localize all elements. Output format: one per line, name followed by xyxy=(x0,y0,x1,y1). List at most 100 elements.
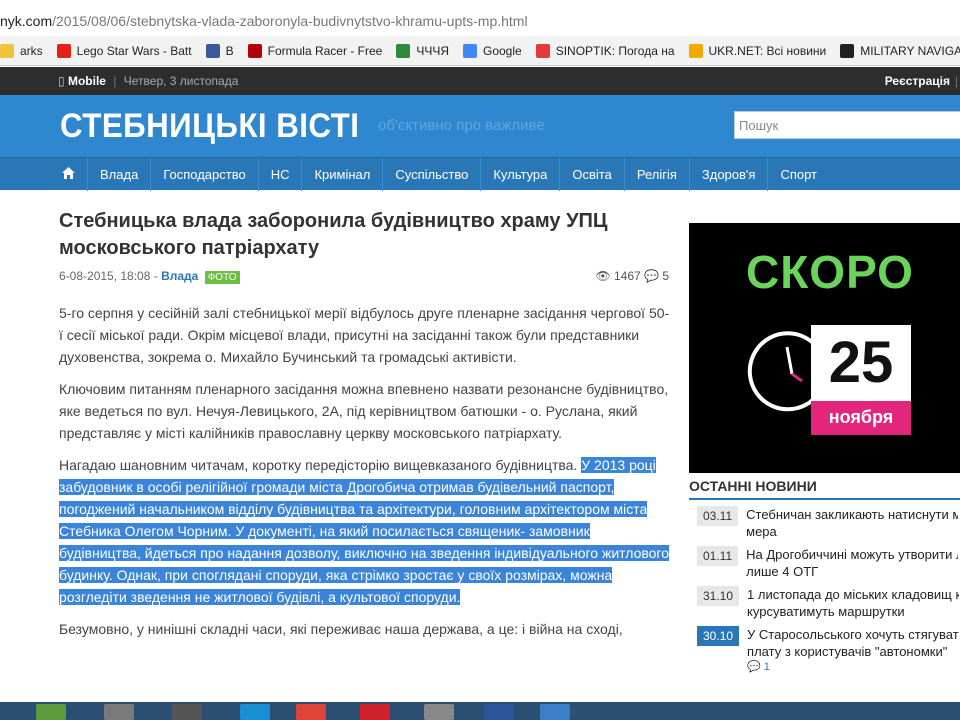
military-icon xyxy=(840,43,855,58)
nav-item[interactable]: Влада xyxy=(88,158,152,191)
article-body: 5-го серпня у сесійній залі стебницької … xyxy=(59,302,671,650)
news-date: 03.11 xyxy=(697,506,739,526)
article-title: Стебницька влада заборонила будівництво … xyxy=(59,210,608,259)
app-task-icon[interactable] xyxy=(424,704,454,720)
home-icon[interactable] xyxy=(50,158,88,191)
selected-text: У 2013 році забудовник в особі релігійно… xyxy=(59,457,670,605)
bookmarks-bar: arks Lego Star Wars - Batt В Formula Racer … xyxy=(0,36,960,66)
news-item[interactable]: 01.11 На Дрогобиччині можуть утворити лиш… xyxy=(697,546,960,580)
view-count: 1467 xyxy=(613,269,641,283)
article-date: 6-08-2015, 18:08 xyxy=(59,269,151,283)
nav-item[interactable]: Спорт xyxy=(768,158,829,191)
ukrnet-icon xyxy=(688,43,703,58)
news-date: 30.10 xyxy=(697,626,740,646)
racer-icon xyxy=(247,43,262,58)
news-item[interactable]: 30.10 У Старосольського хочуть стягувати … xyxy=(697,626,960,673)
excel-task-icon[interactable] xyxy=(36,704,66,720)
news-date: 31.10 xyxy=(697,586,740,606)
nav-item[interactable]: Кримінал xyxy=(302,158,384,191)
latest-news-heading: ОСТАННІ НОВИНИ xyxy=(689,478,960,500)
current-date: Четвер, 3 листопада xyxy=(123,74,239,88)
news-text: 1 листопада до міських кладовищ курсуват… xyxy=(747,586,959,620)
nav-item[interactable]: Суспільство xyxy=(383,158,482,191)
site-header: СТЕБНИЦЬКІ ВІСТІ об'єктивно про важливе … xyxy=(0,95,960,157)
article-category[interactable]: Влада xyxy=(161,269,198,283)
app-task-icon[interactable] xyxy=(540,704,570,720)
bookmark-item[interactable]: Lego Star Wars - Batt xyxy=(56,43,192,58)
bookmark-label: SINOPTIK: Погода на xyxy=(555,43,675,58)
url-path: /2015/08/06/stebnytska-vlada-zaboronyla-… xyxy=(52,13,528,29)
news-title[interactable]: На Дрогобиччині можуть утворити лише 4 О… xyxy=(746,546,958,563)
opera-task-icon[interactable] xyxy=(360,704,390,720)
nav-item[interactable]: НС xyxy=(259,158,303,191)
comment-icon: 💬 xyxy=(644,269,659,283)
word-task-icon[interactable] xyxy=(484,704,514,720)
divider: | xyxy=(954,74,958,88)
news-title-line2: мера xyxy=(746,524,777,539)
site-top-strip: ▯ Mobile | Четвер, 3 листопада Реєстраці… xyxy=(0,67,960,95)
nav-item[interactable]: Господарство xyxy=(151,158,259,191)
news-title[interactable]: У Старосольського хочуть стягувати плату… xyxy=(747,626,959,643)
news-text: На Дрогобиччині можуть утворити лише 4 О… xyxy=(746,546,958,580)
photo-badge: ФОТО xyxy=(204,271,240,284)
ad-banner[interactable]: СКОРО 25 ноября xyxy=(689,223,960,473)
bookmark-label: MILITARY NAVIGATOI xyxy=(860,43,960,58)
ad-headline: СКОРО xyxy=(746,246,914,298)
news-title[interactable]: Стебничан закликають натиснути мера xyxy=(746,506,958,523)
nav-item[interactable]: Освіта xyxy=(560,158,625,191)
bookmark-item[interactable]: UKR.NET: Всі новини xyxy=(688,43,827,58)
main-nav: Влада Господарство НС Кримінал Суспільство Ку… xyxy=(0,157,960,191)
mobile-link[interactable]: Mobile xyxy=(68,74,106,88)
eye-icon: 👁 xyxy=(595,269,611,283)
bookmark-label: В xyxy=(225,43,234,58)
app-task-icon[interactable] xyxy=(172,704,202,720)
bookmark-label: Lego Star Wars - Batt xyxy=(76,43,192,58)
address-field[interactable]: nyk.com/2015/08/06/stebnytska-vlada-zabo… xyxy=(0,13,528,29)
news-item[interactable]: 03.11 Стебничан закликають натиснути мера… xyxy=(697,506,960,540)
article-paragraph: Ключовим питанням пленарного засідання м… xyxy=(59,381,669,441)
bookmark-item[interactable]: ЧЧЧЯ xyxy=(396,43,449,58)
article-paragraph: 5-го серпня у сесійній залі стебницької … xyxy=(59,305,670,365)
bookmark-item[interactable]: SINOPTIK: Погода на xyxy=(535,43,675,58)
youtube-icon xyxy=(56,43,71,58)
sinoptik-icon xyxy=(535,43,550,58)
ad-day: 25 xyxy=(828,330,894,395)
url-domain: nyk.com xyxy=(0,13,53,29)
news-title-line2: курсуватимуть маршрутки xyxy=(747,604,905,619)
os-taskbar xyxy=(0,702,960,720)
search-input[interactable]: Пошук xyxy=(734,111,960,139)
news-date: 01.11 xyxy=(697,546,739,566)
bookmark-item[interactable]: В xyxy=(205,43,234,58)
mobile-icon: ▯ xyxy=(58,74,65,88)
news-comment-count: 💬 1 xyxy=(747,661,770,673)
chrome-task-icon[interactable] xyxy=(296,704,326,720)
nav-item[interactable]: Культура xyxy=(481,158,561,191)
site-tagline: об'єктивно про важливе xyxy=(378,117,545,134)
news-text: У Старосольського хочуть стягувати плату… xyxy=(747,626,959,673)
ad-month: ноября xyxy=(811,401,911,435)
register-link[interactable]: Реєстрація xyxy=(885,74,950,88)
paragraph-text: Нагадаю шановним читачам, коротку переді… xyxy=(59,457,582,473)
divider: | xyxy=(113,74,117,88)
article-meta: 6-08-2015, 18:08 - Влада ФОТО 👁 1467 💬 5 xyxy=(59,269,669,284)
site-logo[interactable]: СТЕБНИЦЬКІ ВІСТІ xyxy=(60,107,359,146)
nav-item[interactable]: Здоров'я xyxy=(690,158,769,191)
bookmark-item[interactable]: arks xyxy=(0,43,43,58)
nav-item[interactable]: Релігія xyxy=(625,158,690,191)
bookmark-item[interactable]: Formula Racer - Free xyxy=(247,43,383,58)
bookmarks-icon xyxy=(0,43,14,58)
bookmark-item[interactable]: Google xyxy=(463,43,522,58)
bookmark-label: Google xyxy=(483,43,522,58)
facebook-icon xyxy=(205,43,220,58)
bookmark-item[interactable]: MILITARY NAVIGATOI xyxy=(840,43,960,58)
news-title-line2: плату з користувачів "автономки" xyxy=(747,644,948,659)
bookmark-label: Formula Racer - Free xyxy=(267,43,383,58)
bookmark-label: UKR.NET: Всі новини xyxy=(708,43,827,58)
news-item[interactable]: 31.10 1 листопада до міських кладовищ кур… xyxy=(697,586,960,620)
app-task-icon[interactable] xyxy=(104,704,134,720)
news-title-line2: лише 4 ОТГ xyxy=(746,564,819,579)
skype-task-icon[interactable] xyxy=(240,704,270,720)
news-title[interactable]: 1 листопада до міських кладовищ курсуват… xyxy=(747,586,959,603)
bookmark-label: arks xyxy=(20,43,43,58)
bookmark-label: ЧЧЧЯ xyxy=(416,43,449,58)
